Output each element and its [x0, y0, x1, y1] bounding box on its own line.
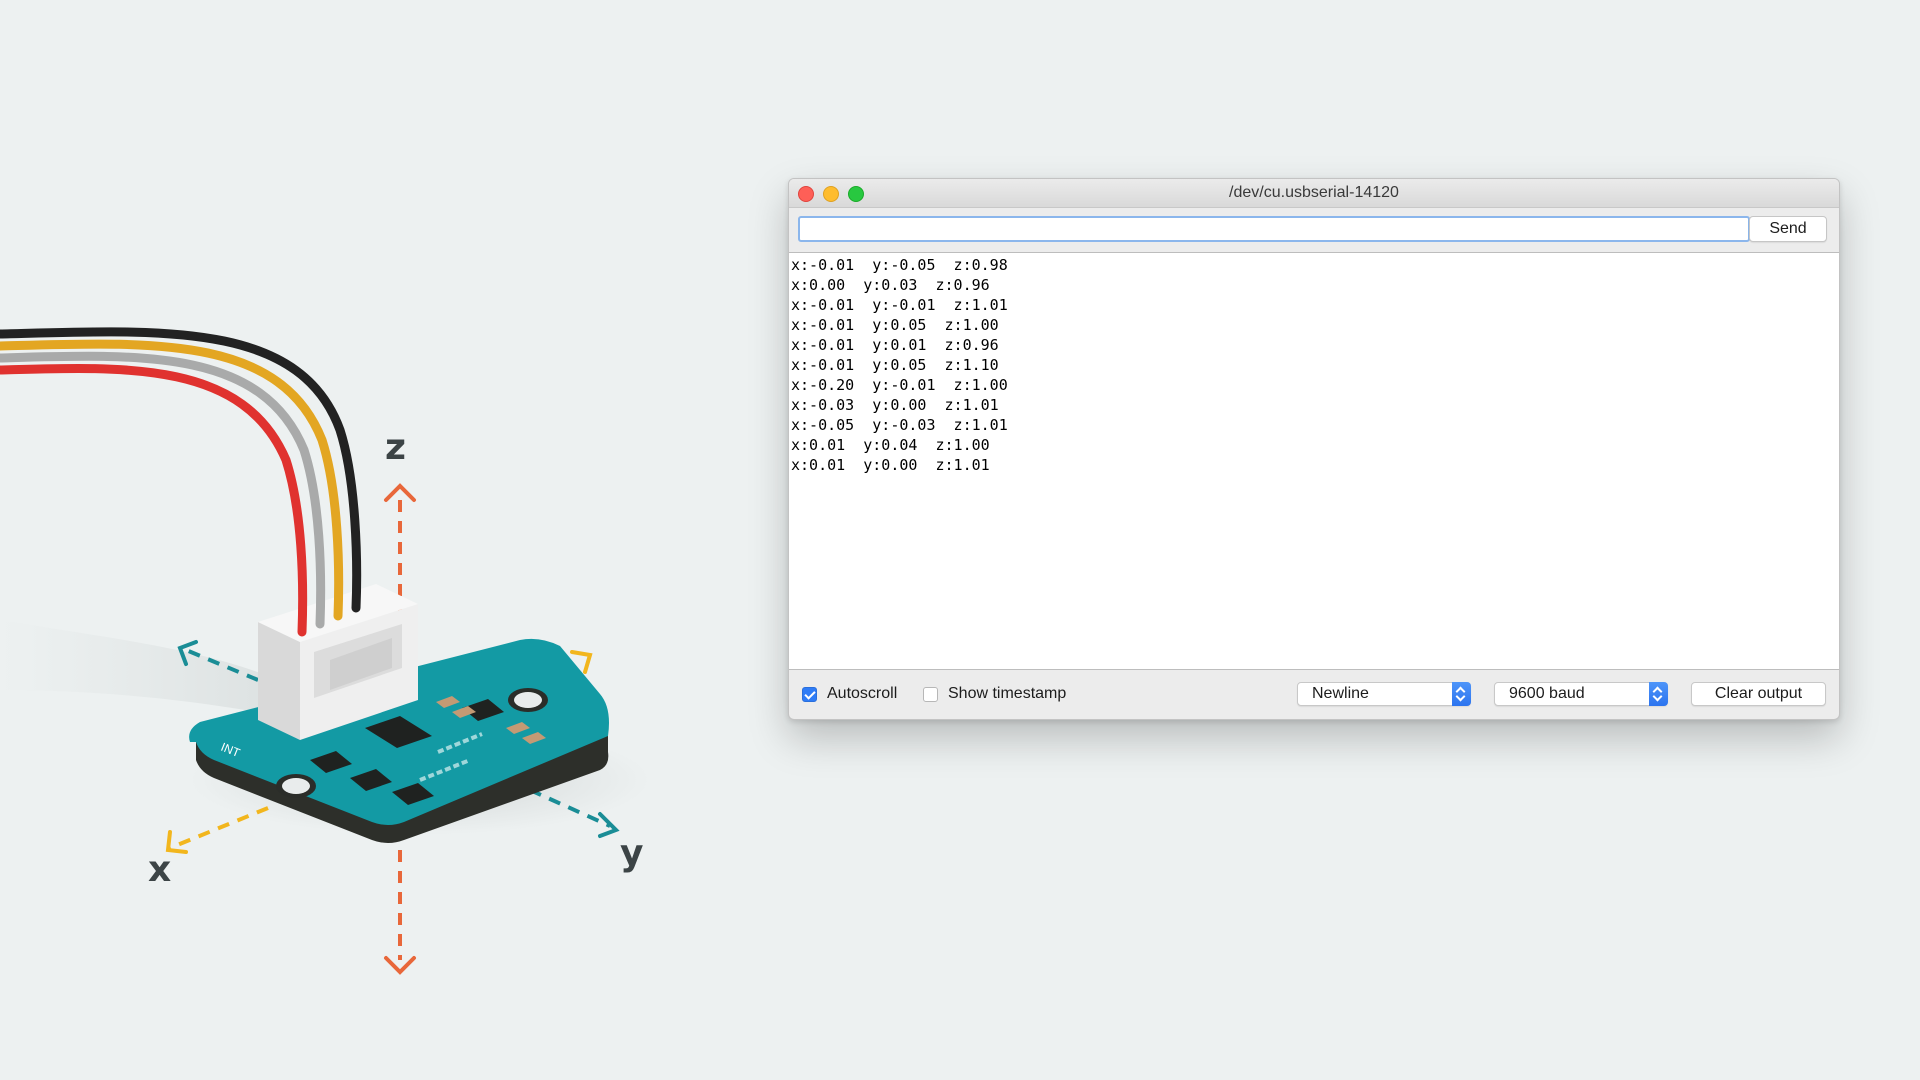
autoscroll-label[interactable]: Autoscroll: [827, 685, 897, 703]
x-axis-label: x: [148, 849, 172, 890]
serial-output-line: x:-0.01 y:0.01 z:0.96: [791, 336, 999, 354]
serial-output-line: x:0.01 y:0.04 z:1.00: [791, 436, 990, 454]
bottom-bar: Autoscroll Show timestamp Newline 9600 b…: [789, 670, 1839, 719]
serial-output-line: x:0.01 y:0.00 z:1.01: [791, 456, 990, 474]
title-bar[interactable]: /dev/cu.usbserial-14120: [789, 179, 1839, 208]
show-timestamp-checkbox[interactable]: [923, 687, 938, 702]
serial-output-area[interactable]: x:-0.01 y:-0.05 z:0.98 x:0.00 y:0.03 z:0.…: [789, 252, 1839, 670]
serial-output-line: x:-0.01 y:0.05 z:1.00: [791, 316, 999, 334]
chevron-updown-icon: [1649, 682, 1668, 706]
serial-output-line: x:-0.01 y:-0.05 z:0.98: [791, 256, 1008, 274]
window-title: /dev/cu.usbserial-14120: [1229, 184, 1399, 201]
serial-output-line: x:-0.20 y:-0.01 z:1.00: [791, 376, 1008, 394]
serial-output-line: x:0.00 y:0.03 z:0.96: [791, 276, 990, 294]
serial-output-line: x:-0.01 y:-0.01 z:1.01: [791, 296, 1008, 314]
serial-output-line: x:-0.05 y:-0.03 z:1.01: [791, 416, 1008, 434]
z-axis-label: z: [385, 427, 406, 468]
send-button[interactable]: Send: [1749, 216, 1827, 242]
accelerometer-illustration: INT: [0, 327, 650, 975]
serial-output-line: x:-0.03 y:0.00 z:1.01: [791, 396, 999, 414]
serial-send-input[interactable]: [798, 216, 1750, 242]
autoscroll-checkbox[interactable]: [802, 687, 817, 702]
y-axis-label: y: [620, 833, 644, 874]
show-timestamp-label[interactable]: Show timestamp: [948, 685, 1066, 703]
line-ending-select[interactable]: Newline: [1297, 682, 1471, 706]
serial-output-line: x:-0.01 y:0.05 z:1.10: [791, 356, 999, 374]
line-ending-value: Newline: [1312, 685, 1369, 702]
clear-output-button[interactable]: Clear output: [1691, 682, 1826, 706]
cable-shadow: [0, 620, 300, 720]
chevron-updown-icon: [1452, 682, 1471, 706]
grove-cable: [0, 327, 362, 637]
baud-rate-value: 9600 baud: [1509, 685, 1585, 702]
serial-monitor-window: /dev/cu.usbserial-14120 Send x:-0.01 y:-…: [788, 178, 1840, 720]
baud-rate-select[interactable]: 9600 baud: [1494, 682, 1668, 706]
